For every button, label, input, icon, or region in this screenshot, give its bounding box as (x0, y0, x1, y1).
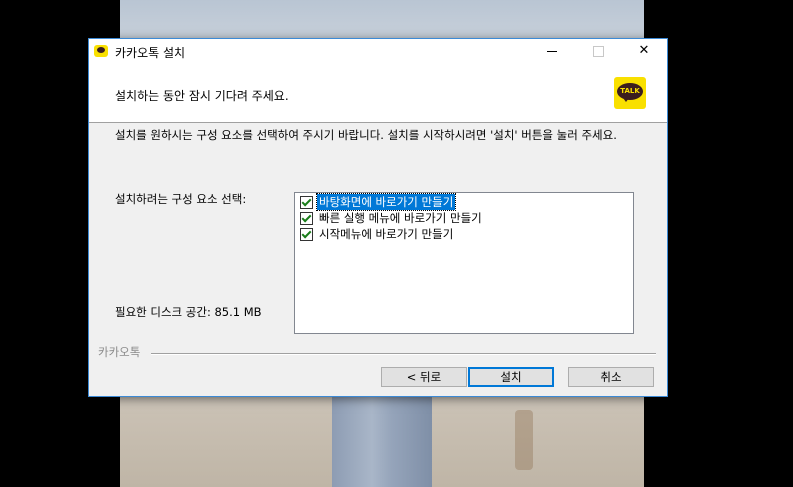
instruction-text: 설치를 원하시는 구성 요소를 선택하여 주시기 바랍니다. 설치를 시작하시려… (115, 128, 617, 142)
checkbox-checked[interactable] (300, 212, 313, 225)
component-label: 시작메뉴에 바로가기 만들기 (319, 227, 454, 241)
components-label: 설치하려는 구성 요소 선택: (115, 192, 247, 206)
close-button[interactable]: ✕ (621, 39, 667, 63)
component-label: 바탕화면에 바로가기 만들기 (315, 193, 457, 211)
component-label: 빠른 실행 메뉴에 바로가기 만들기 (319, 211, 482, 225)
cancel-button[interactable]: 취소 (568, 367, 654, 387)
logo-text: TALK (617, 83, 643, 100)
back-button[interactable]: < 뒤로 (381, 367, 467, 387)
installer-window: 카카오톡 설치 ✕ 설치하는 동안 잠시 기다려 주세요. TALK 설치를 원… (88, 38, 668, 397)
title-bar[interactable]: 카카오톡 설치 ✕ (89, 39, 667, 63)
window-title: 카카오톡 설치 (115, 46, 186, 60)
kakaotalk-logo-icon: TALK (614, 77, 646, 109)
install-button[interactable]: 설치 (468, 367, 554, 387)
brand-label: 카카오톡 (98, 345, 141, 359)
page-heading: 설치하는 동안 잠시 기다려 주세요. (115, 89, 289, 103)
kakaotalk-app-icon (94, 45, 108, 57)
maximize-button (575, 39, 621, 63)
logo-bubble-tail (623, 98, 629, 102)
separator (151, 353, 656, 355)
checkbox-checked[interactable] (300, 196, 313, 209)
disk-space-label: 필요한 디스크 공간: 85.1 MB (115, 305, 262, 319)
components-checklist[interactable]: 바탕화면에 바로가기 만들기 빠른 실행 메뉴에 바로가기 만들기 시작메뉴에 … (294, 192, 634, 334)
minimize-button[interactable] (529, 39, 575, 63)
header-panel: 설치하는 동안 잠시 기다려 주세요. TALK (89, 63, 667, 123)
wallpaper-detail (515, 410, 533, 470)
checkbox-checked[interactable] (300, 228, 313, 241)
